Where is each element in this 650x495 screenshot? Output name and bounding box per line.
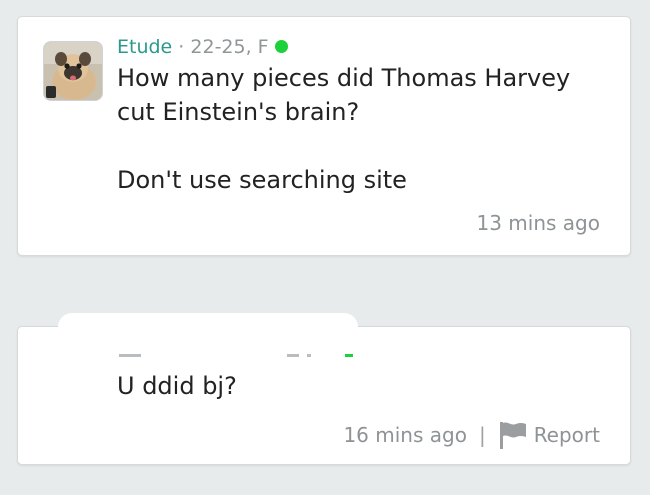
online-status-icon bbox=[274, 40, 288, 53]
obscured-meta bbox=[117, 347, 357, 359]
post-timestamp: 13 mins ago bbox=[476, 211, 601, 235]
demographics: 22-25, F bbox=[190, 36, 269, 58]
reply-card: U ddid bj? 16 mins ago | Report bbox=[17, 313, 631, 465]
reply-message: U ddid bj? bbox=[117, 372, 237, 400]
report-button[interactable]: Report bbox=[498, 420, 600, 450]
obscured-online-mark bbox=[345, 354, 353, 357]
reply-timestamp: 16 mins ago bbox=[343, 423, 467, 447]
meta-separator: · bbox=[178, 36, 185, 58]
pug-photo bbox=[44, 42, 102, 100]
post-card: Etude · 22-25, F How many pieces did Tho… bbox=[17, 16, 631, 256]
report-label: Report bbox=[533, 423, 600, 447]
post-message: How many pieces did Thomas Harvey cut Ei… bbox=[117, 64, 571, 194]
obscured-mark bbox=[287, 354, 299, 357]
post-footer: 13 mins ago bbox=[477, 211, 601, 235]
reply-footer: 16 mins ago | Report bbox=[343, 420, 600, 450]
flag-icon bbox=[499, 422, 526, 449]
obscured-mark bbox=[307, 354, 311, 357]
obscured-mark bbox=[119, 354, 141, 357]
avatar[interactable] bbox=[43, 41, 103, 101]
username[interactable]: Etude bbox=[117, 36, 172, 58]
obscured-region bbox=[58, 313, 358, 343]
footer-divider: | bbox=[478, 423, 486, 447]
post-meta: Etude · 22-25, F bbox=[117, 35, 288, 59]
